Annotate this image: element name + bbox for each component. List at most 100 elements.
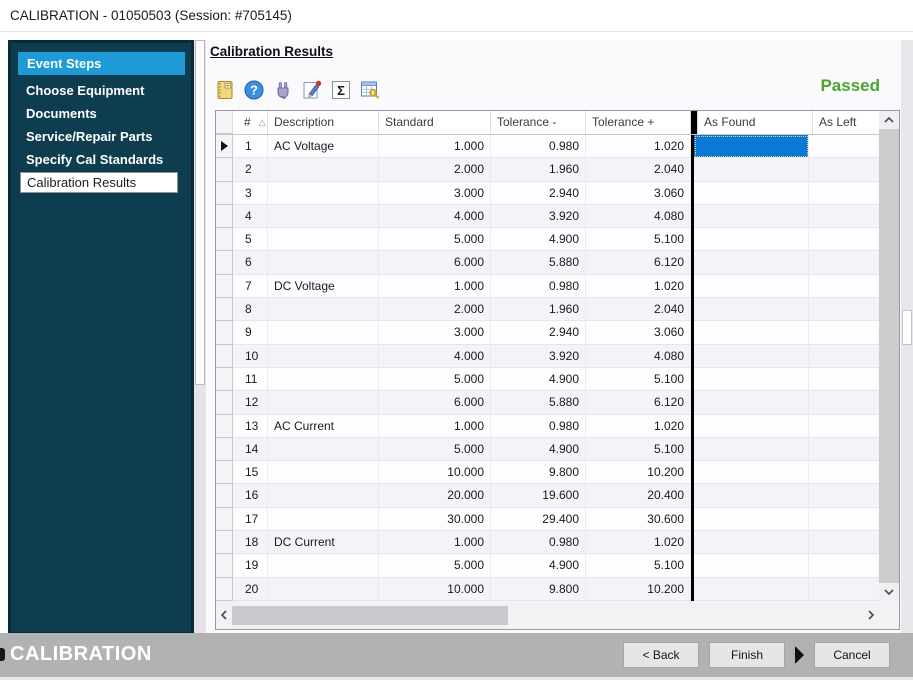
table-row[interactable]: 4 4.000 3.920 4.080 bbox=[216, 205, 899, 228]
as-left-cell[interactable] bbox=[809, 508, 879, 531]
as-found-cell[interactable] bbox=[694, 321, 809, 344]
row-selector[interactable] bbox=[216, 251, 233, 274]
column-header-num[interactable]: # △ bbox=[233, 111, 268, 134]
table-row[interactable]: 20 10.000 9.800 10.200 bbox=[216, 578, 899, 601]
table-row[interactable]: 11 5.000 4.900 5.100 bbox=[216, 368, 899, 391]
row-selector[interactable] bbox=[216, 391, 233, 414]
row-selector[interactable] bbox=[216, 135, 233, 158]
row-selector[interactable] bbox=[216, 415, 233, 438]
as-found-cell[interactable] bbox=[694, 158, 809, 181]
window-vertical-scrollbar[interactable] bbox=[901, 40, 913, 633]
table-row[interactable]: 1 AC Voltage 1.000 0.980 1.020 bbox=[216, 135, 899, 158]
as-left-cell[interactable] bbox=[809, 391, 879, 414]
table-row[interactable]: 5 5.000 4.900 5.100 bbox=[216, 228, 899, 251]
grid-hscrollbar-track[interactable] bbox=[232, 606, 863, 625]
panel-vertical-scrollbar[interactable] bbox=[194, 40, 206, 635]
as-left-cell[interactable] bbox=[809, 158, 879, 181]
as-left-cell[interactable] bbox=[809, 484, 879, 507]
sidebar-item-documents[interactable]: Documents bbox=[17, 103, 185, 124]
table-row[interactable]: 2 2.000 1.960 2.040 bbox=[216, 158, 899, 181]
as-left-cell[interactable] bbox=[809, 531, 879, 554]
as-left-cell[interactable] bbox=[809, 275, 879, 298]
grid-horizontal-scrollbar[interactable] bbox=[216, 601, 879, 629]
row-selector[interactable] bbox=[216, 228, 233, 251]
row-selector[interactable] bbox=[216, 578, 233, 601]
as-found-cell[interactable] bbox=[694, 391, 809, 414]
sigma-icon[interactable]: Σ bbox=[329, 78, 353, 102]
row-selector[interactable] bbox=[216, 368, 233, 391]
as-found-cell[interactable] bbox=[694, 508, 809, 531]
table-row[interactable]: 3 3.000 2.940 3.060 bbox=[216, 182, 899, 205]
column-header-as-left[interactable]: As Left bbox=[813, 111, 883, 134]
table-row[interactable]: 6 6.000 5.880 6.120 bbox=[216, 251, 899, 274]
column-header-tolerance-minus[interactable]: Tolerance - bbox=[491, 111, 586, 134]
as-left-cell[interactable] bbox=[809, 461, 879, 484]
panel-scrollbar-thumb[interactable] bbox=[195, 40, 205, 385]
cancel-button[interactable]: Cancel bbox=[814, 642, 890, 668]
column-header-tolerance-plus[interactable]: Tolerance + bbox=[586, 111, 691, 134]
grid-vertical-scrollbar[interactable] bbox=[879, 111, 899, 601]
edit-pencil-icon[interactable] bbox=[300, 78, 324, 102]
as-left-cell[interactable] bbox=[809, 135, 879, 158]
back-button[interactable]: < Back bbox=[623, 642, 699, 668]
as-found-cell[interactable] bbox=[694, 368, 809, 391]
row-selector[interactable] bbox=[216, 438, 233, 461]
sidebar-item-choose-equipment[interactable]: Choose Equipment bbox=[17, 80, 185, 101]
as-found-cell[interactable] bbox=[694, 461, 809, 484]
table-row[interactable]: 17 30.000 29.400 30.600 bbox=[216, 508, 899, 531]
grid-hscrollbar-thumb[interactable] bbox=[232, 606, 508, 625]
row-selector[interactable] bbox=[216, 205, 233, 228]
row-selector[interactable] bbox=[216, 484, 233, 507]
table-row[interactable]: 8 2.000 1.960 2.040 bbox=[216, 298, 899, 321]
table-row[interactable]: 15 10.000 9.800 10.200 bbox=[216, 461, 899, 484]
row-selector[interactable] bbox=[216, 508, 233, 531]
grid-wizard-icon[interactable] bbox=[358, 78, 382, 102]
collapse-arrow-icon[interactable] bbox=[795, 646, 804, 664]
as-found-cell[interactable] bbox=[694, 182, 809, 205]
window-scrollbar-thumb[interactable] bbox=[902, 310, 912, 345]
sidebar-item-specify-cal-standards[interactable]: Specify Cal Standards bbox=[17, 149, 185, 170]
sidebar-item-calibration-results[interactable]: Calibration Results bbox=[20, 172, 178, 193]
grid-vscrollbar-thumb[interactable] bbox=[879, 129, 899, 583]
row-selector[interactable] bbox=[216, 298, 233, 321]
as-found-cell[interactable] bbox=[694, 345, 809, 368]
as-found-cell[interactable] bbox=[694, 578, 809, 601]
column-header-standard[interactable]: Standard bbox=[379, 111, 491, 134]
sidebar-item-service-repair-parts[interactable]: Service/Repair Parts bbox=[17, 126, 185, 147]
as-found-cell[interactable] bbox=[694, 275, 809, 298]
as-left-cell[interactable] bbox=[809, 415, 879, 438]
as-found-cell[interactable] bbox=[694, 298, 809, 321]
as-found-cell[interactable] bbox=[694, 251, 809, 274]
as-left-cell[interactable] bbox=[809, 368, 879, 391]
column-header-as-found[interactable]: As Found bbox=[698, 111, 813, 134]
table-row[interactable]: 16 20.000 19.600 20.400 bbox=[216, 484, 899, 507]
as-found-cell[interactable] bbox=[694, 415, 809, 438]
as-left-cell[interactable] bbox=[809, 578, 879, 601]
chevron-up-icon[interactable] bbox=[879, 111, 899, 129]
column-header-description[interactable]: Description bbox=[268, 111, 379, 134]
table-row[interactable]: 13 AC Current 1.000 0.980 1.020 bbox=[216, 415, 899, 438]
as-left-cell[interactable] bbox=[809, 321, 879, 344]
chevron-right-icon[interactable] bbox=[863, 601, 879, 629]
row-selector[interactable] bbox=[216, 554, 233, 577]
table-row[interactable]: 7 DC Voltage 1.000 0.980 1.020 bbox=[216, 275, 899, 298]
row-selector[interactable] bbox=[216, 321, 233, 344]
as-found-cell[interactable] bbox=[694, 135, 809, 158]
table-row[interactable]: 19 5.000 4.900 5.100 bbox=[216, 554, 899, 577]
row-selector[interactable] bbox=[216, 531, 233, 554]
as-left-cell[interactable] bbox=[809, 438, 879, 461]
notebook-icon[interactable] bbox=[213, 78, 237, 102]
as-left-cell[interactable] bbox=[809, 182, 879, 205]
as-found-cell[interactable] bbox=[694, 438, 809, 461]
chevron-left-icon[interactable] bbox=[216, 601, 232, 629]
as-left-cell[interactable] bbox=[809, 554, 879, 577]
table-row[interactable]: 9 3.000 2.940 3.060 bbox=[216, 321, 899, 344]
help-icon[interactable]: ? bbox=[242, 78, 266, 102]
as-found-cell[interactable] bbox=[694, 531, 809, 554]
as-found-cell[interactable] bbox=[694, 554, 809, 577]
row-selector[interactable] bbox=[216, 158, 233, 181]
table-row[interactable]: 14 5.000 4.900 5.100 bbox=[216, 438, 899, 461]
as-found-cell[interactable] bbox=[694, 228, 809, 251]
row-selector[interactable] bbox=[216, 461, 233, 484]
as-left-cell[interactable] bbox=[809, 345, 879, 368]
